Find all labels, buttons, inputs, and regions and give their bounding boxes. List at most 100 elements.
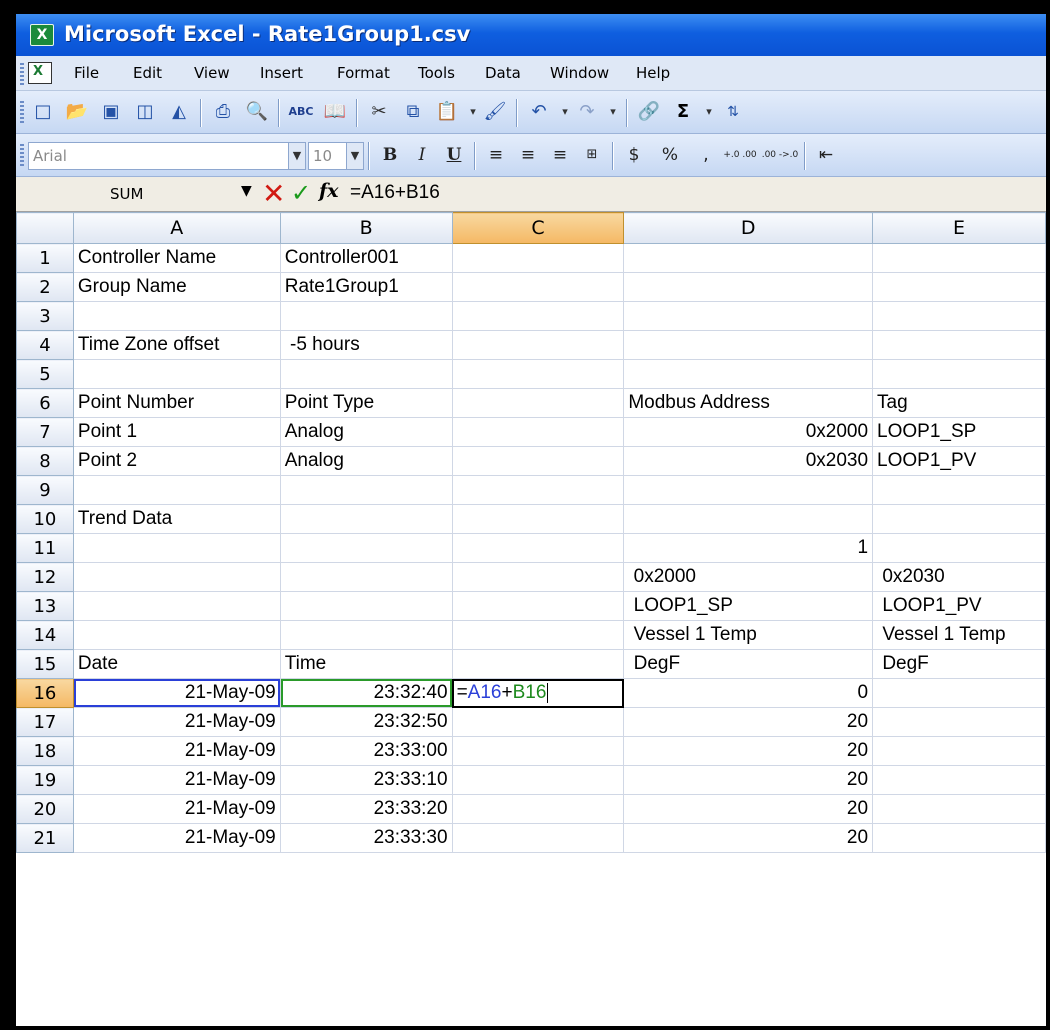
cell-b19[interactable]: 23:33:10 [279,765,453,795]
cancel-icon[interactable]: ✕ [262,177,285,210]
email-icon[interactable]: ◭ [166,99,192,125]
sort-ascending-icon[interactable]: ⇅ [720,99,746,125]
cell-e16[interactable] [872,678,1046,708]
cell-c21[interactable] [451,823,625,853]
permission-icon[interactable]: ◫ [132,99,158,125]
column-header-a[interactable]: A [72,212,281,244]
select-all-corner[interactable] [16,212,74,244]
cell-e14[interactable]: Vessel 1 Temp [872,620,1046,650]
cell-c3[interactable] [451,301,625,331]
cell-d2[interactable] [623,272,874,302]
name-box[interactable]: SUM [36,181,236,207]
format-painter-icon[interactable]: 🖌 [482,99,508,125]
cell-b8[interactable]: Analog [279,446,453,476]
cell-a20[interactable]: 21-May-09 [72,794,281,824]
cell-a12[interactable] [72,562,281,592]
cell-a6[interactable]: Point Number [72,388,281,418]
cut-icon[interactable]: ✂ [366,99,392,125]
column-header-c[interactable]: C [451,212,625,244]
cell-c1[interactable] [451,243,625,273]
row-header[interactable]: 10 [16,504,74,534]
paste-icon[interactable]: 📋 [434,99,460,125]
cell-e3[interactable] [872,301,1046,331]
chevron-down-icon[interactable]: ▼ [288,143,305,169]
save-icon[interactable]: ▣ [98,99,124,125]
cell-a21[interactable]: 21-May-09 [72,823,281,853]
cell-d16[interactable]: 0 [623,678,874,708]
hyperlink-icon[interactable]: 🔗 [636,99,662,125]
cell-e19[interactable] [872,765,1046,795]
column-header-d[interactable]: D [623,212,874,244]
cell-d13[interactable]: LOOP1_SP [623,591,874,621]
row-header[interactable]: 7 [16,417,74,447]
cell-e17[interactable] [872,707,1046,737]
row-header[interactable]: 4 [16,330,74,360]
menu-format[interactable]: Format [337,64,390,82]
spelling-icon[interactable]: ABC [288,99,314,125]
cell-e9[interactable] [872,475,1046,505]
cell-c16[interactable]: =A16+B16 [451,678,625,708]
cell-d12[interactable]: 0x2000 [623,562,874,592]
cell-c20[interactable] [451,794,625,824]
currency-button[interactable]: $ [620,143,648,167]
italic-button[interactable]: I [408,143,436,167]
font-size-combo[interactable]: 10 ▼ [308,142,364,170]
row-header[interactable]: 6 [16,388,74,418]
row-header[interactable]: 2 [16,272,74,302]
chevron-down-icon[interactable]: ▼ [241,183,252,199]
cell-d19[interactable]: 20 [623,765,874,795]
column-header-e[interactable]: E [872,212,1046,244]
column-header-b[interactable]: B [279,212,453,244]
cell-c2[interactable] [451,272,625,302]
cell-e1[interactable] [872,243,1046,273]
row-header[interactable]: 19 [16,765,74,795]
chevron-down-icon[interactable]: ▾ [600,99,626,125]
cell-b18[interactable]: 23:33:00 [279,736,453,766]
workbook-icon[interactable] [28,62,52,84]
cell-b17[interactable]: 23:32:50 [279,707,453,737]
cell-a8[interactable]: Point 2 [72,446,281,476]
cell-d10[interactable] [623,504,874,534]
open-icon[interactable]: 📂 [64,99,90,125]
chevron-down-icon[interactable]: ▼ [346,143,363,169]
cell-d6[interactable]: Modbus Address [623,388,874,418]
cell-c17[interactable] [451,707,625,737]
cell-d5[interactable] [623,359,874,389]
cell-e4[interactable] [872,330,1046,360]
cell-c8[interactable] [451,446,625,476]
cell-b12[interactable] [279,562,453,592]
print-preview-icon[interactable]: 🔍 [244,99,270,125]
row-header[interactable]: 5 [16,359,74,389]
cell-b20[interactable]: 23:33:20 [279,794,453,824]
cell-c13[interactable] [451,591,625,621]
cell-b11[interactable] [279,533,453,563]
menu-help[interactable]: Help [636,64,670,82]
cell-a15[interactable]: Date [72,649,281,679]
redo-icon[interactable]: ↷ [574,99,600,125]
cell-a18[interactable]: 21-May-09 [72,736,281,766]
cell-c10[interactable] [451,504,625,534]
toolbar-grip[interactable] [20,144,24,168]
cell-e2[interactable] [872,272,1046,302]
row-header[interactable]: 16 [16,678,74,708]
align-center-icon[interactable]: ≡ [514,143,542,167]
copy-icon[interactable]: ⧉ [400,99,426,125]
cell-e10[interactable] [872,504,1046,534]
cell-a5[interactable] [72,359,281,389]
cell-c4[interactable] [451,330,625,360]
row-header[interactable]: 18 [16,736,74,766]
cell-e13[interactable]: LOOP1_PV [872,591,1046,621]
formula-input[interactable]: =A16+B16 [350,182,440,204]
cell-e5[interactable] [872,359,1046,389]
row-header[interactable]: 15 [16,649,74,679]
cell-a14[interactable] [72,620,281,650]
font-name-combo[interactable]: Arial ▼ [28,142,306,170]
cell-e7[interactable]: LOOP1_SP [872,417,1046,447]
cell-a19[interactable]: 21-May-09 [72,765,281,795]
cell-b2[interactable]: Rate1Group1 [279,272,453,302]
comma-button[interactable]: , [692,143,720,167]
cell-a16[interactable]: 21-May-09 [72,678,281,708]
cell-a7[interactable]: Point 1 [72,417,281,447]
cell-e15[interactable]: DegF [872,649,1046,679]
cell-d8[interactable]: 0x2030 [623,446,874,476]
